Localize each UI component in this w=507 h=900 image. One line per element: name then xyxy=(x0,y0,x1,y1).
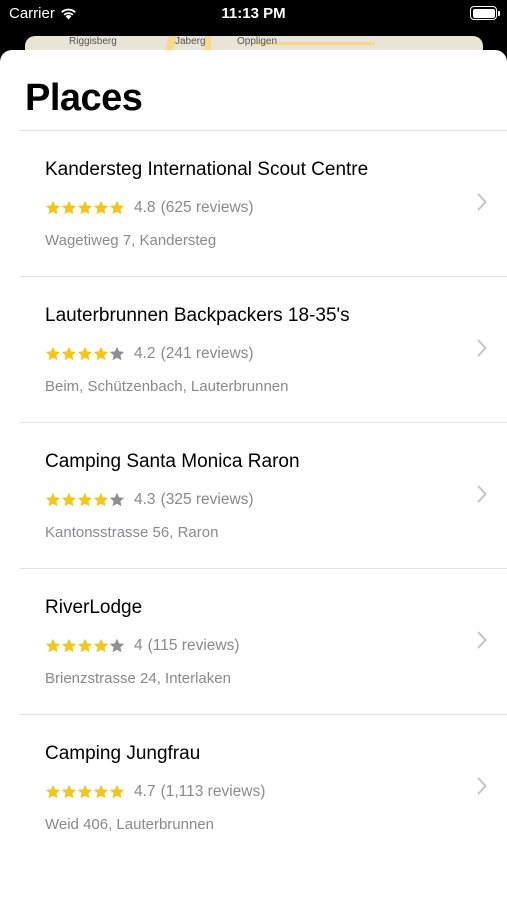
star-rating xyxy=(45,492,125,508)
star-filled-icon xyxy=(77,346,93,361)
review-count: (325 reviews) xyxy=(160,491,254,508)
status-bar: Carrier 11:13 PM xyxy=(0,0,507,30)
place-name: Lauterbrunnen Backpackers 18-35's xyxy=(45,305,350,326)
star-rating xyxy=(45,200,125,216)
chevron-right-icon xyxy=(477,339,487,357)
review-count: (1,113 reviews) xyxy=(160,783,266,800)
place-name: RiverLodge xyxy=(45,597,143,618)
star-filled-icon xyxy=(61,346,77,361)
star-filled-icon xyxy=(77,200,93,215)
status-time: 11:13 PM xyxy=(221,5,286,22)
place-name: Camping Jungfrau xyxy=(45,743,201,764)
star-empty-icon xyxy=(109,346,125,361)
map-label-jaberg: Jaberg xyxy=(175,36,206,47)
place-address: Wagetiweg 7, Kandersteg xyxy=(45,232,217,249)
star-filled-icon xyxy=(93,200,109,215)
places-list: Kandersteg International Scout Centre 4.… xyxy=(0,130,507,860)
star-filled-icon xyxy=(109,784,125,799)
chevron-right-icon xyxy=(477,777,487,795)
star-rating xyxy=(45,784,125,800)
star-filled-icon xyxy=(45,492,61,507)
star-filled-icon xyxy=(61,784,77,799)
star-filled-icon xyxy=(45,346,61,361)
place-name: Camping Santa Monica Raron xyxy=(45,451,300,472)
star-filled-icon xyxy=(93,638,109,653)
chevron-right-icon xyxy=(477,631,487,649)
chevron-right-icon xyxy=(477,485,487,503)
rating-value: 4.3 xyxy=(134,491,156,508)
place-rating: 4.3 (325 reviews) xyxy=(45,491,254,509)
place-name: Kandersteg International Scout Centre xyxy=(45,159,369,180)
map-label-oppligen: Oppligen xyxy=(237,36,278,47)
place-address: Brienzstrasse 24, Interlaken xyxy=(45,670,231,687)
rating-value: 4.8 xyxy=(134,199,156,216)
review-count: (115 reviews) xyxy=(147,637,240,654)
place-row[interactable]: Camping Jungfrau 4.7 (1,113 reviews) Wei… xyxy=(20,714,507,860)
star-empty-icon xyxy=(109,492,125,507)
star-filled-icon xyxy=(45,638,61,653)
place-address: Beim, Schützenbach, Lauterbrunnen xyxy=(45,378,289,395)
star-filled-icon xyxy=(61,492,77,507)
star-filled-icon xyxy=(61,638,77,653)
star-filled-icon xyxy=(45,784,61,799)
place-row[interactable]: Camping Santa Monica Raron 4.3 (325 revi… xyxy=(20,422,507,568)
place-row[interactable]: Kandersteg International Scout Centre 4.… xyxy=(20,130,507,276)
star-rating xyxy=(45,346,125,362)
place-row[interactable]: Lauterbrunnen Backpackers 18-35's 4.2 (2… xyxy=(20,276,507,422)
review-count: (241 reviews) xyxy=(160,345,254,362)
review-count: (625 reviews) xyxy=(160,199,254,216)
star-filled-icon xyxy=(109,200,125,215)
star-filled-icon xyxy=(61,200,77,215)
rating-value: 4.2 xyxy=(134,345,156,362)
star-filled-icon xyxy=(77,784,93,799)
place-rating: 4.2 (241 reviews) xyxy=(45,345,254,363)
star-filled-icon xyxy=(93,346,109,361)
rating-value: 4 xyxy=(134,637,143,654)
star-filled-icon xyxy=(93,492,109,507)
star-filled-icon xyxy=(45,200,61,215)
app-screen: Carrier 11:13 PM Riggisberg Jaberg Oppli… xyxy=(0,0,507,900)
star-empty-icon xyxy=(109,638,125,653)
chevron-right-icon xyxy=(477,193,487,211)
place-address: Weid 406, Lauterbrunnen xyxy=(45,816,215,833)
star-filled-icon xyxy=(93,784,109,799)
star-filled-icon xyxy=(77,492,93,507)
star-rating xyxy=(45,638,125,654)
rating-value: 4.7 xyxy=(134,783,156,800)
star-filled-icon xyxy=(77,638,93,653)
battery-icon xyxy=(470,6,500,20)
place-row[interactable]: RiverLodge 4 (115 reviews) Brienzstrasse… xyxy=(20,568,507,714)
page-title: Places xyxy=(25,77,143,119)
place-rating: 4.8 (625 reviews) xyxy=(45,199,254,217)
map-label-riggisberg: Riggisberg xyxy=(69,36,117,47)
place-rating: 4 (115 reviews) xyxy=(45,637,240,655)
place-address: Kantonsstrasse 56, Raron xyxy=(45,524,219,541)
place-rating: 4.7 (1,113 reviews) xyxy=(45,783,265,801)
